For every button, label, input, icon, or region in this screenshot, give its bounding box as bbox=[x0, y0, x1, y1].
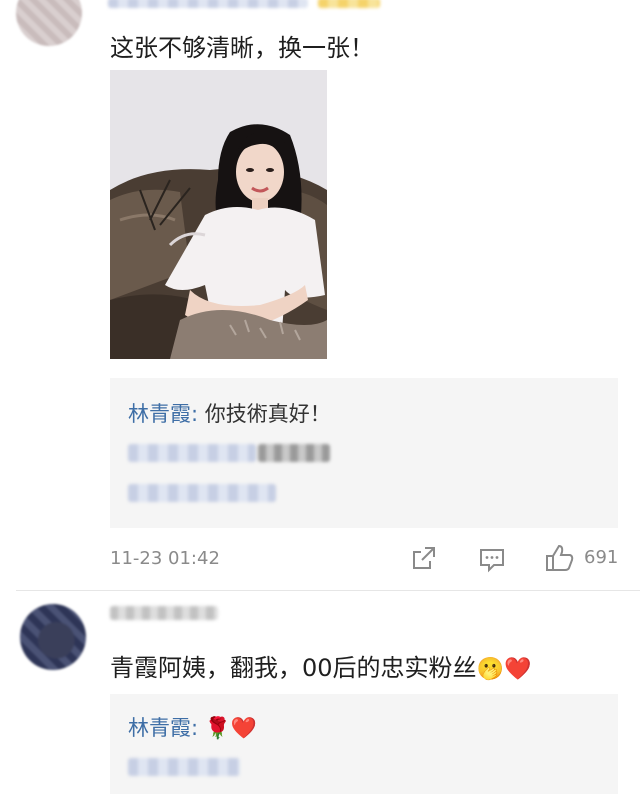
user-badge-blurred bbox=[318, 0, 380, 8]
heart-emoji-icon: ❤️ bbox=[503, 657, 532, 682]
reply-line: 林青霞: 🌹❤️ bbox=[128, 712, 257, 742]
reply-author-name[interactable]: 林青霞 bbox=[128, 716, 191, 740]
reply-text: 你技術真好！ bbox=[204, 402, 331, 426]
comment-divider bbox=[16, 590, 640, 591]
commenter-avatar[interactable] bbox=[20, 604, 86, 670]
comment-icon[interactable] bbox=[478, 545, 506, 573]
reply-box[interactable]: 林青霞: 你技術真好！ bbox=[110, 378, 618, 528]
reply-box[interactable]: 林青霞: 🌹❤️ bbox=[110, 694, 618, 794]
comment-body: 青霞阿姨，翻我，00后的忠实粉丝 bbox=[110, 654, 477, 682]
blurred-reply-line bbox=[128, 484, 276, 502]
like-count: 691 bbox=[584, 547, 619, 568]
share-icon[interactable] bbox=[410, 544, 438, 572]
comment-text: 这张不够清晰，换一张！ bbox=[110, 34, 374, 62]
comment-text: 青霞阿姨，翻我，00后的忠实粉丝🫢❤️ bbox=[110, 648, 531, 683]
commenter-name-blurred[interactable] bbox=[110, 606, 218, 620]
heart-emoji-icon: ❤️ bbox=[230, 716, 258, 740]
commenter-avatar[interactable] bbox=[16, 0, 82, 46]
face-emoji-icon: 🫢 bbox=[476, 657, 504, 682]
reply-separator: : bbox=[191, 716, 199, 740]
comment-timestamp: 11-23 01:42 bbox=[110, 548, 220, 569]
reply-separator: : bbox=[191, 402, 199, 426]
blurred-reply-line bbox=[128, 444, 256, 462]
thumbs-up-icon bbox=[546, 544, 574, 571]
blurred-reply-line bbox=[128, 758, 240, 776]
like-button[interactable]: 691 bbox=[544, 542, 624, 574]
rose-emoji-icon: 🌹 bbox=[204, 716, 231, 740]
photo-illustration bbox=[110, 70, 327, 359]
reply-author-name[interactable]: 林青霞 bbox=[128, 402, 191, 426]
reply-line: 林青霞: 你技術真好！ bbox=[128, 398, 331, 428]
comment-photo[interactable] bbox=[110, 70, 327, 359]
blurred-reply-line bbox=[258, 444, 330, 462]
commenter-name-blurred[interactable] bbox=[108, 0, 308, 8]
